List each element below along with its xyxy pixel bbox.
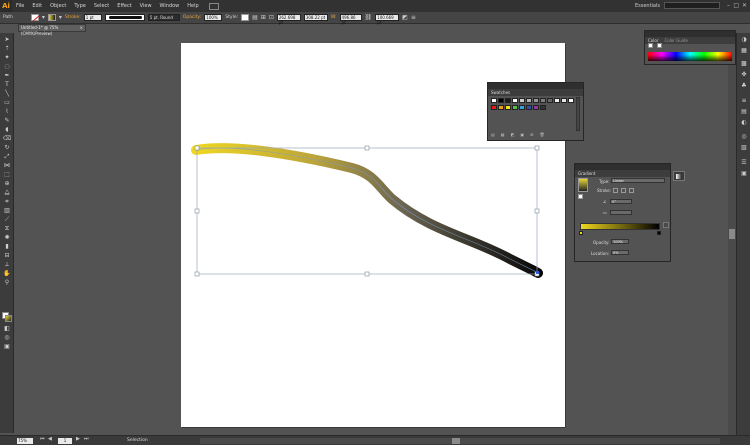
- tab-swatches[interactable]: Swatches: [488, 90, 513, 95]
- vertical-scrollbar[interactable]: [728, 33, 736, 435]
- prev-artboard-icon[interactable]: ◀: [48, 436, 52, 442]
- vertical-scroll-thumb[interactable]: [729, 229, 735, 239]
- swatch-libraries-icon[interactable]: ▤: [491, 132, 495, 138]
- artboards-panel-icon[interactable]: ▣: [740, 170, 748, 178]
- swatch[interactable]: [526, 105, 532, 110]
- last-artboard-icon[interactable]: ⏭: [84, 436, 89, 442]
- swatch[interactable]: [498, 105, 504, 110]
- swatch[interactable]: [498, 98, 504, 103]
- swatch[interactable]: [491, 98, 497, 103]
- type-label: Type:: [599, 179, 610, 184]
- color-panel-icon[interactable]: ◑: [740, 36, 748, 44]
- aspect-ratio-input[interactable]: [610, 210, 632, 215]
- swatch[interactable]: [540, 105, 546, 110]
- opacity-label: Opacity:: [593, 240, 610, 245]
- swatch-options-icon[interactable]: ◩: [511, 132, 515, 138]
- location-label: Location:: [591, 251, 610, 256]
- gradient-panel-collapsed-icon[interactable]: [673, 171, 685, 181]
- panel-dock: ◑ ▦ ▩ ✤ ♣ ≡ ▤ ◐ ◎ ▧ ☰ ▣: [736, 33, 750, 435]
- swatch[interactable]: [554, 98, 560, 103]
- new-color-group-icon[interactable]: ▣: [520, 132, 524, 138]
- tab-gradient[interactable]: Gradient: [575, 171, 598, 176]
- delete-stop-icon[interactable]: [663, 222, 669, 228]
- stroke-indicator[interactable]: [657, 43, 662, 48]
- fill-indicator[interactable]: [648, 43, 653, 48]
- color-panel: Color Color Guide: [644, 30, 736, 65]
- show-kinds-icon[interactable]: ▦: [501, 132, 505, 138]
- bounding-box-handles[interactable]: [194, 145, 540, 277]
- gradient-panel-icon[interactable]: ▤: [740, 108, 748, 116]
- status-bar: 75% ⏮ ◀ 1 ▶ ⏭ Selection: [0, 435, 750, 445]
- swatch[interactable]: [519, 98, 525, 103]
- stroke-across-icon[interactable]: [629, 188, 634, 193]
- swatch[interactable]: [547, 98, 553, 103]
- brush-stroke-path[interactable]: [191, 143, 543, 278]
- next-artboard-icon[interactable]: ▶: [76, 436, 80, 442]
- stroke-label: Stroke:: [597, 188, 612, 193]
- transparency-panel-icon[interactable]: ◐: [740, 119, 748, 127]
- swatch[interactable]: [491, 105, 497, 110]
- horizontal-scrollbar[interactable]: [200, 438, 720, 444]
- angle-icon: ∠: [603, 199, 607, 204]
- gradient-type-select[interactable]: Linear: [611, 178, 665, 183]
- swatch[interactable]: [512, 98, 518, 103]
- symbols-panel-icon[interactable]: ♣: [740, 82, 748, 90]
- location-input[interactable]: 0%: [611, 250, 629, 255]
- swatches-panel-icon[interactable]: ▩: [740, 60, 748, 68]
- path-center-line: [195, 147, 539, 274]
- color-spectrum[interactable]: [648, 52, 732, 61]
- gradient-panel: Gradient Type: Linear Stroke: ∠ 0° ▭ Opa…: [574, 163, 671, 262]
- gradient-stop-start[interactable]: [579, 231, 583, 235]
- stroke-panel-icon[interactable]: ≡: [740, 97, 748, 105]
- swatch[interactable]: [519, 105, 525, 110]
- swatch[interactable]: [505, 98, 511, 103]
- swatch[interactable]: [505, 105, 511, 110]
- appearance-panel-icon[interactable]: ◎: [740, 133, 748, 141]
- opacity-input[interactable]: 100%: [611, 239, 629, 244]
- fill-stroke-toggle-icon[interactable]: [578, 194, 583, 199]
- selection-bounding-box[interactable]: [196, 147, 538, 275]
- swatch[interactable]: [561, 98, 567, 103]
- first-artboard-icon[interactable]: ⏮: [40, 436, 45, 442]
- angle-input[interactable]: 0°: [610, 199, 632, 204]
- tab-color-guide[interactable]: Color Guide: [661, 38, 690, 43]
- gradient-preview-thumbnail[interactable]: [578, 178, 588, 192]
- anchor-point[interactable]: [536, 271, 539, 274]
- artboard-number-input[interactable]: 1: [58, 438, 72, 444]
- swatch[interactable]: [540, 98, 546, 103]
- current-tool-status[interactable]: Selection: [127, 438, 148, 443]
- stroke-within-icon[interactable]: [613, 188, 618, 193]
- swatch[interactable]: [533, 98, 539, 103]
- graphic-styles-icon[interactable]: ▧: [740, 144, 748, 152]
- swatch[interactable]: [568, 98, 574, 103]
- swatch[interactable]: [533, 105, 539, 110]
- aspect-ratio-icon: ▭: [603, 210, 607, 215]
- swatches-panel: Swatches ▤ ▦ ◩ ▣ ⊞ 🗑: [487, 82, 584, 141]
- swatches-scrollbar[interactable]: [576, 97, 580, 131]
- brushes-panel-icon[interactable]: ✤: [740, 71, 748, 79]
- gradient-stop-end[interactable]: [657, 231, 661, 235]
- gradient-slider[interactable]: [580, 223, 660, 230]
- color-guide-icon[interactable]: ▦: [740, 47, 748, 55]
- horizontal-scroll-thumb[interactable]: [452, 438, 460, 444]
- zoom-level-select[interactable]: 75%: [17, 438, 33, 444]
- swatches-footer: ▤ ▦ ◩ ▣ ⊞ 🗑: [491, 132, 579, 138]
- new-swatch-icon[interactable]: ⊞: [530, 132, 533, 138]
- layers-panel-icon[interactable]: ☰: [740, 159, 748, 167]
- stroke-along-icon[interactable]: [621, 188, 626, 193]
- swatch[interactable]: [526, 98, 532, 103]
- delete-swatch-icon[interactable]: 🗑: [539, 132, 544, 138]
- swatch[interactable]: [512, 105, 518, 110]
